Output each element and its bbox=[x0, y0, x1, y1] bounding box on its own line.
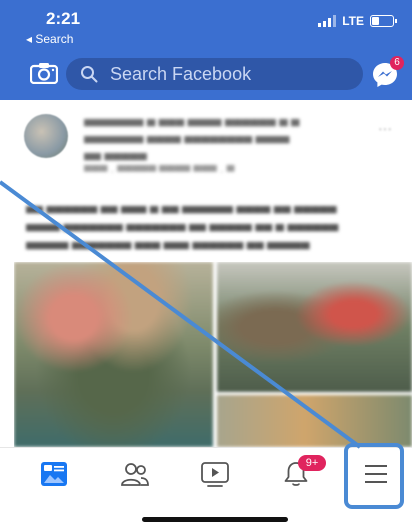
search-icon bbox=[81, 66, 98, 83]
post-photo[interactable] bbox=[14, 262, 213, 447]
more-options-icon[interactable]: ··· bbox=[378, 120, 392, 136]
signal-icon bbox=[318, 15, 337, 27]
avatar[interactable] bbox=[24, 114, 68, 158]
news-feed-icon[interactable] bbox=[40, 460, 70, 490]
battery-icon bbox=[370, 15, 397, 27]
news-feed[interactable]: ▀▀▀▀▀▀▀ ▀ ▀▀▀ ▀▀▀▀ ▀▀▀▀▀▀ ▀ ▀ ▀▀▀▀▀▀▀ ▀▀▀… bbox=[14, 100, 412, 447]
camera-icon[interactable] bbox=[29, 62, 59, 85]
notifications-badge: 9+ bbox=[298, 455, 326, 471]
post-photo-grid[interactable] bbox=[14, 262, 412, 447]
friends-icon[interactable] bbox=[120, 460, 150, 490]
search-input[interactable] bbox=[108, 62, 342, 86]
post-photo[interactable] bbox=[217, 262, 412, 392]
status-time: 2:21 bbox=[46, 9, 81, 28]
back-to-search-link[interactable]: ◂ Search bbox=[26, 32, 73, 46]
post-timestamp-redacted: ▀▀▀ · ▀▀▀▀▀ ▀▀▀▀ ▀▀▀ · ▀ bbox=[84, 166, 235, 178]
network-label: LTE bbox=[342, 14, 364, 28]
status-indicators: LTE bbox=[318, 14, 397, 28]
post-header: ▀▀▀▀▀▀▀ ▀ ▀▀▀ ▀▀▀▀ ▀▀▀▀▀▀ ▀ ▀ ▀▀▀▀▀▀▀ ▀▀▀… bbox=[24, 114, 404, 194]
post-photo[interactable] bbox=[217, 395, 412, 447]
search-bar[interactable] bbox=[66, 58, 363, 90]
watch-icon[interactable] bbox=[200, 460, 230, 490]
post-text-redacted: ▀▀ ▀▀▀▀▀▀ ▀▀ ▀▀▀ ▀ ▀▀ ▀▀▀▀▀▀ ▀▀▀▀ ▀▀ ▀▀▀… bbox=[26, 206, 339, 256]
home-indicator[interactable] bbox=[142, 517, 288, 522]
menu-highlight-box bbox=[344, 443, 404, 509]
post-author-redacted: ▀▀▀▀▀▀▀ ▀ ▀▀▀ ▀▀▀▀ ▀▀▀▀▀▀ ▀ ▀ ▀▀▀▀▀▀▀ ▀▀▀… bbox=[84, 119, 300, 167]
top-header: 2:21 ◂ Search LTE bbox=[0, 0, 412, 100]
messenger-badge: 6 bbox=[390, 56, 404, 70]
